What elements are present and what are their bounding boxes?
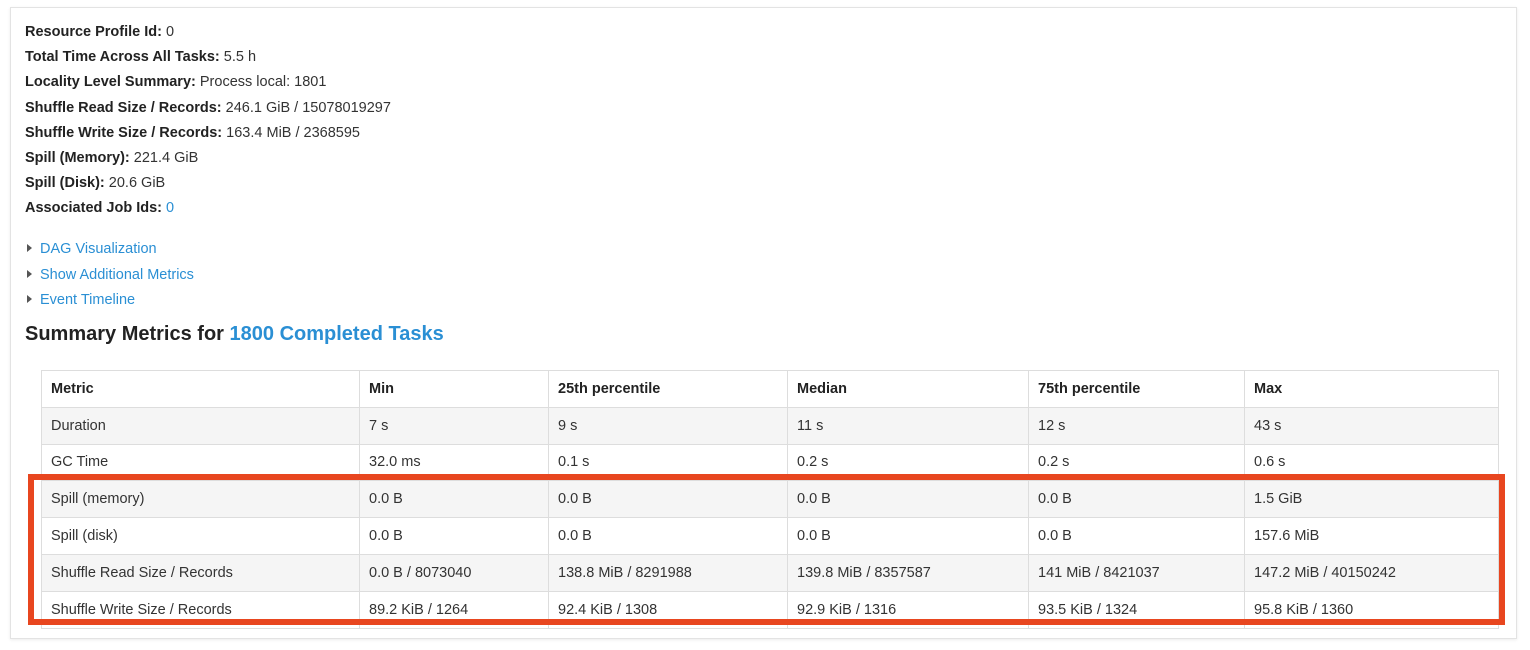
table-row-shuffle-read: Shuffle Read Size / Records 0.0 B / 8073… bbox=[41, 553, 1499, 592]
shuffle-read-value: 246.1 GiB / 15078019297 bbox=[225, 99, 391, 116]
spill-disk-label: Spill (Disk): bbox=[25, 175, 105, 192]
spill-disk-item: Spill (Disk): 20.6 GiB bbox=[25, 171, 391, 196]
locality-label: Locality Level Summary: bbox=[25, 74, 196, 91]
spill-memory-value: 221.4 GiB bbox=[133, 150, 199, 167]
locality-item: Locality Level Summary: Process local: 1… bbox=[25, 70, 391, 95]
summary-heading-prefix: Summary Metrics for bbox=[25, 323, 224, 345]
spill-disk-value: 20.6 GiB bbox=[108, 175, 166, 192]
median-cell: 0.2 s bbox=[787, 443, 1029, 482]
median-cell: 0.0 B bbox=[787, 517, 1029, 555]
max-cell: 95.8 KiB / 1360 bbox=[1244, 590, 1499, 629]
total-time-label: Total Time Across All Tasks: bbox=[25, 49, 220, 66]
max-cell: 157.6 MiB bbox=[1244, 517, 1499, 555]
expand-arrow-icon bbox=[27, 295, 32, 303]
metric-name-cell: Shuffle Write Size / Records bbox=[41, 590, 360, 629]
max-cell: 0.6 s bbox=[1244, 443, 1499, 482]
p75-cell: 0.0 B bbox=[1028, 480, 1245, 519]
stage-summary-list: Resource Profile Id: 0 Total Time Across… bbox=[25, 20, 391, 222]
min-cell: 7 s bbox=[359, 406, 549, 445]
median-cell: 11 s bbox=[787, 406, 1029, 445]
p25-cell: 9 s bbox=[548, 406, 788, 445]
shuffle-write-value: 163.4 MiB / 2368595 bbox=[226, 124, 360, 141]
min-cell: 0.0 B bbox=[359, 480, 549, 519]
total-time-item: Total Time Across All Tasks: 5.5 h bbox=[25, 45, 391, 70]
max-cell: 147.2 MiB / 40150242 bbox=[1244, 553, 1499, 592]
max-cell: 43 s bbox=[1244, 406, 1499, 445]
summary-metrics-heading: Summary Metrics for 1800 Completed Tasks bbox=[25, 323, 444, 346]
max-cell: 1.5 GiB bbox=[1244, 480, 1499, 519]
summary-metrics-table: Metric Min 25th percentile Median 75th p… bbox=[41, 370, 1499, 629]
resource-profile-value: 0 bbox=[166, 24, 175, 40]
job-ids-item: Associated Job Ids: 0 bbox=[25, 196, 391, 221]
table-header-row: Metric Min 25th percentile Median 75th p… bbox=[41, 370, 1499, 408]
spill-memory-item: Spill (Memory): 221.4 GiB bbox=[25, 146, 391, 171]
shuffle-read-item: Shuffle Read Size / Records: 246.1 GiB /… bbox=[25, 96, 391, 121]
expand-arrow-icon bbox=[27, 269, 32, 278]
locality-value: Process local: 1801 bbox=[199, 74, 327, 91]
event-timeline-toggle[interactable]: Event Timeline bbox=[27, 288, 194, 314]
p75-cell: 93.5 KiB / 1324 bbox=[1028, 590, 1245, 629]
dag-visualization-toggle[interactable]: DAG Visualization bbox=[27, 237, 194, 263]
completed-tasks-link[interactable]: 1800 Completed Tasks bbox=[230, 323, 444, 345]
table-row-spill-memory: Spill (memory) 0.0 B 0.0 B 0.0 B 0.0 B 1… bbox=[41, 480, 1499, 519]
table-row-spill-disk: Spill (disk) 0.0 B 0.0 B 0.0 B 0.0 B 157… bbox=[41, 517, 1499, 555]
column-header-min[interactable]: Min bbox=[359, 370, 549, 408]
p75-cell: 0.0 B bbox=[1028, 517, 1245, 555]
median-cell: 139.8 MiB / 8357587 bbox=[787, 553, 1029, 592]
column-header-max[interactable]: Max bbox=[1244, 370, 1499, 408]
metric-name-cell: GC Time bbox=[41, 443, 360, 482]
metric-name-cell: Spill (memory) bbox=[41, 480, 360, 519]
table-row-shuffle-write: Shuffle Write Size / Records 89.2 KiB / … bbox=[41, 590, 1499, 629]
column-header-75th[interactable]: 75th percentile bbox=[1028, 370, 1245, 408]
min-cell: 89.2 KiB / 1264 bbox=[359, 590, 549, 629]
metric-name-cell: Spill (disk) bbox=[41, 517, 360, 555]
resource-profile-item: Resource Profile Id: 0 bbox=[25, 20, 391, 45]
shuffle-write-label: Shuffle Write Size / Records: bbox=[25, 124, 223, 141]
p75-cell: 12 s bbox=[1028, 406, 1245, 445]
p25-cell: 0.0 B bbox=[548, 480, 788, 519]
min-cell: 0.0 B / 8073040 bbox=[359, 553, 549, 592]
job-id-link[interactable]: 0 bbox=[166, 200, 174, 216]
median-cell: 92.9 KiB / 1316 bbox=[787, 590, 1029, 629]
job-ids-label: Associated Job Ids: bbox=[25, 200, 162, 217]
metric-name-cell: Duration bbox=[41, 406, 360, 445]
p25-cell: 0.0 B bbox=[548, 517, 788, 555]
min-cell: 0.0 B bbox=[359, 517, 549, 555]
additional-metrics-toggle[interactable]: Show Additional Metrics bbox=[27, 263, 194, 289]
table-row-gc-time: GC Time 32.0 ms 0.1 s 0.2 s 0.2 s 0.6 s bbox=[41, 443, 1499, 482]
p75-cell: 141 MiB / 8421037 bbox=[1028, 553, 1245, 592]
resource-profile-label: Resource Profile Id: bbox=[25, 24, 162, 40]
p75-cell: 0.2 s bbox=[1028, 443, 1245, 482]
shuffle-write-item: Shuffle Write Size / Records: 163.4 MiB … bbox=[25, 121, 391, 146]
metric-name-cell: Shuffle Read Size / Records bbox=[41, 553, 360, 592]
median-cell: 0.0 B bbox=[787, 480, 1029, 519]
table-row-duration: Duration 7 s 9 s 11 s 12 s 43 s bbox=[41, 406, 1499, 445]
expandable-sections: DAG Visualization Show Additional Metric… bbox=[27, 237, 194, 314]
spill-memory-label: Spill (Memory): bbox=[25, 150, 130, 167]
column-header-median[interactable]: Median bbox=[787, 370, 1029, 408]
event-timeline-label: Event Timeline bbox=[40, 292, 136, 308]
p25-cell: 0.1 s bbox=[548, 443, 788, 482]
shuffle-read-label: Shuffle Read Size / Records: bbox=[25, 99, 222, 116]
min-cell: 32.0 ms bbox=[359, 443, 549, 482]
p25-cell: 138.8 MiB / 8291988 bbox=[548, 553, 788, 592]
expand-arrow-icon bbox=[27, 244, 32, 252]
dag-visualization-label: DAG Visualization bbox=[40, 241, 157, 257]
column-header-25th[interactable]: 25th percentile bbox=[548, 370, 788, 408]
total-time-value: 5.5 h bbox=[223, 49, 257, 66]
additional-metrics-label: Show Additional Metrics bbox=[40, 266, 194, 283]
p25-cell: 92.4 KiB / 1308 bbox=[548, 590, 788, 629]
column-header-metric[interactable]: Metric bbox=[41, 370, 360, 408]
